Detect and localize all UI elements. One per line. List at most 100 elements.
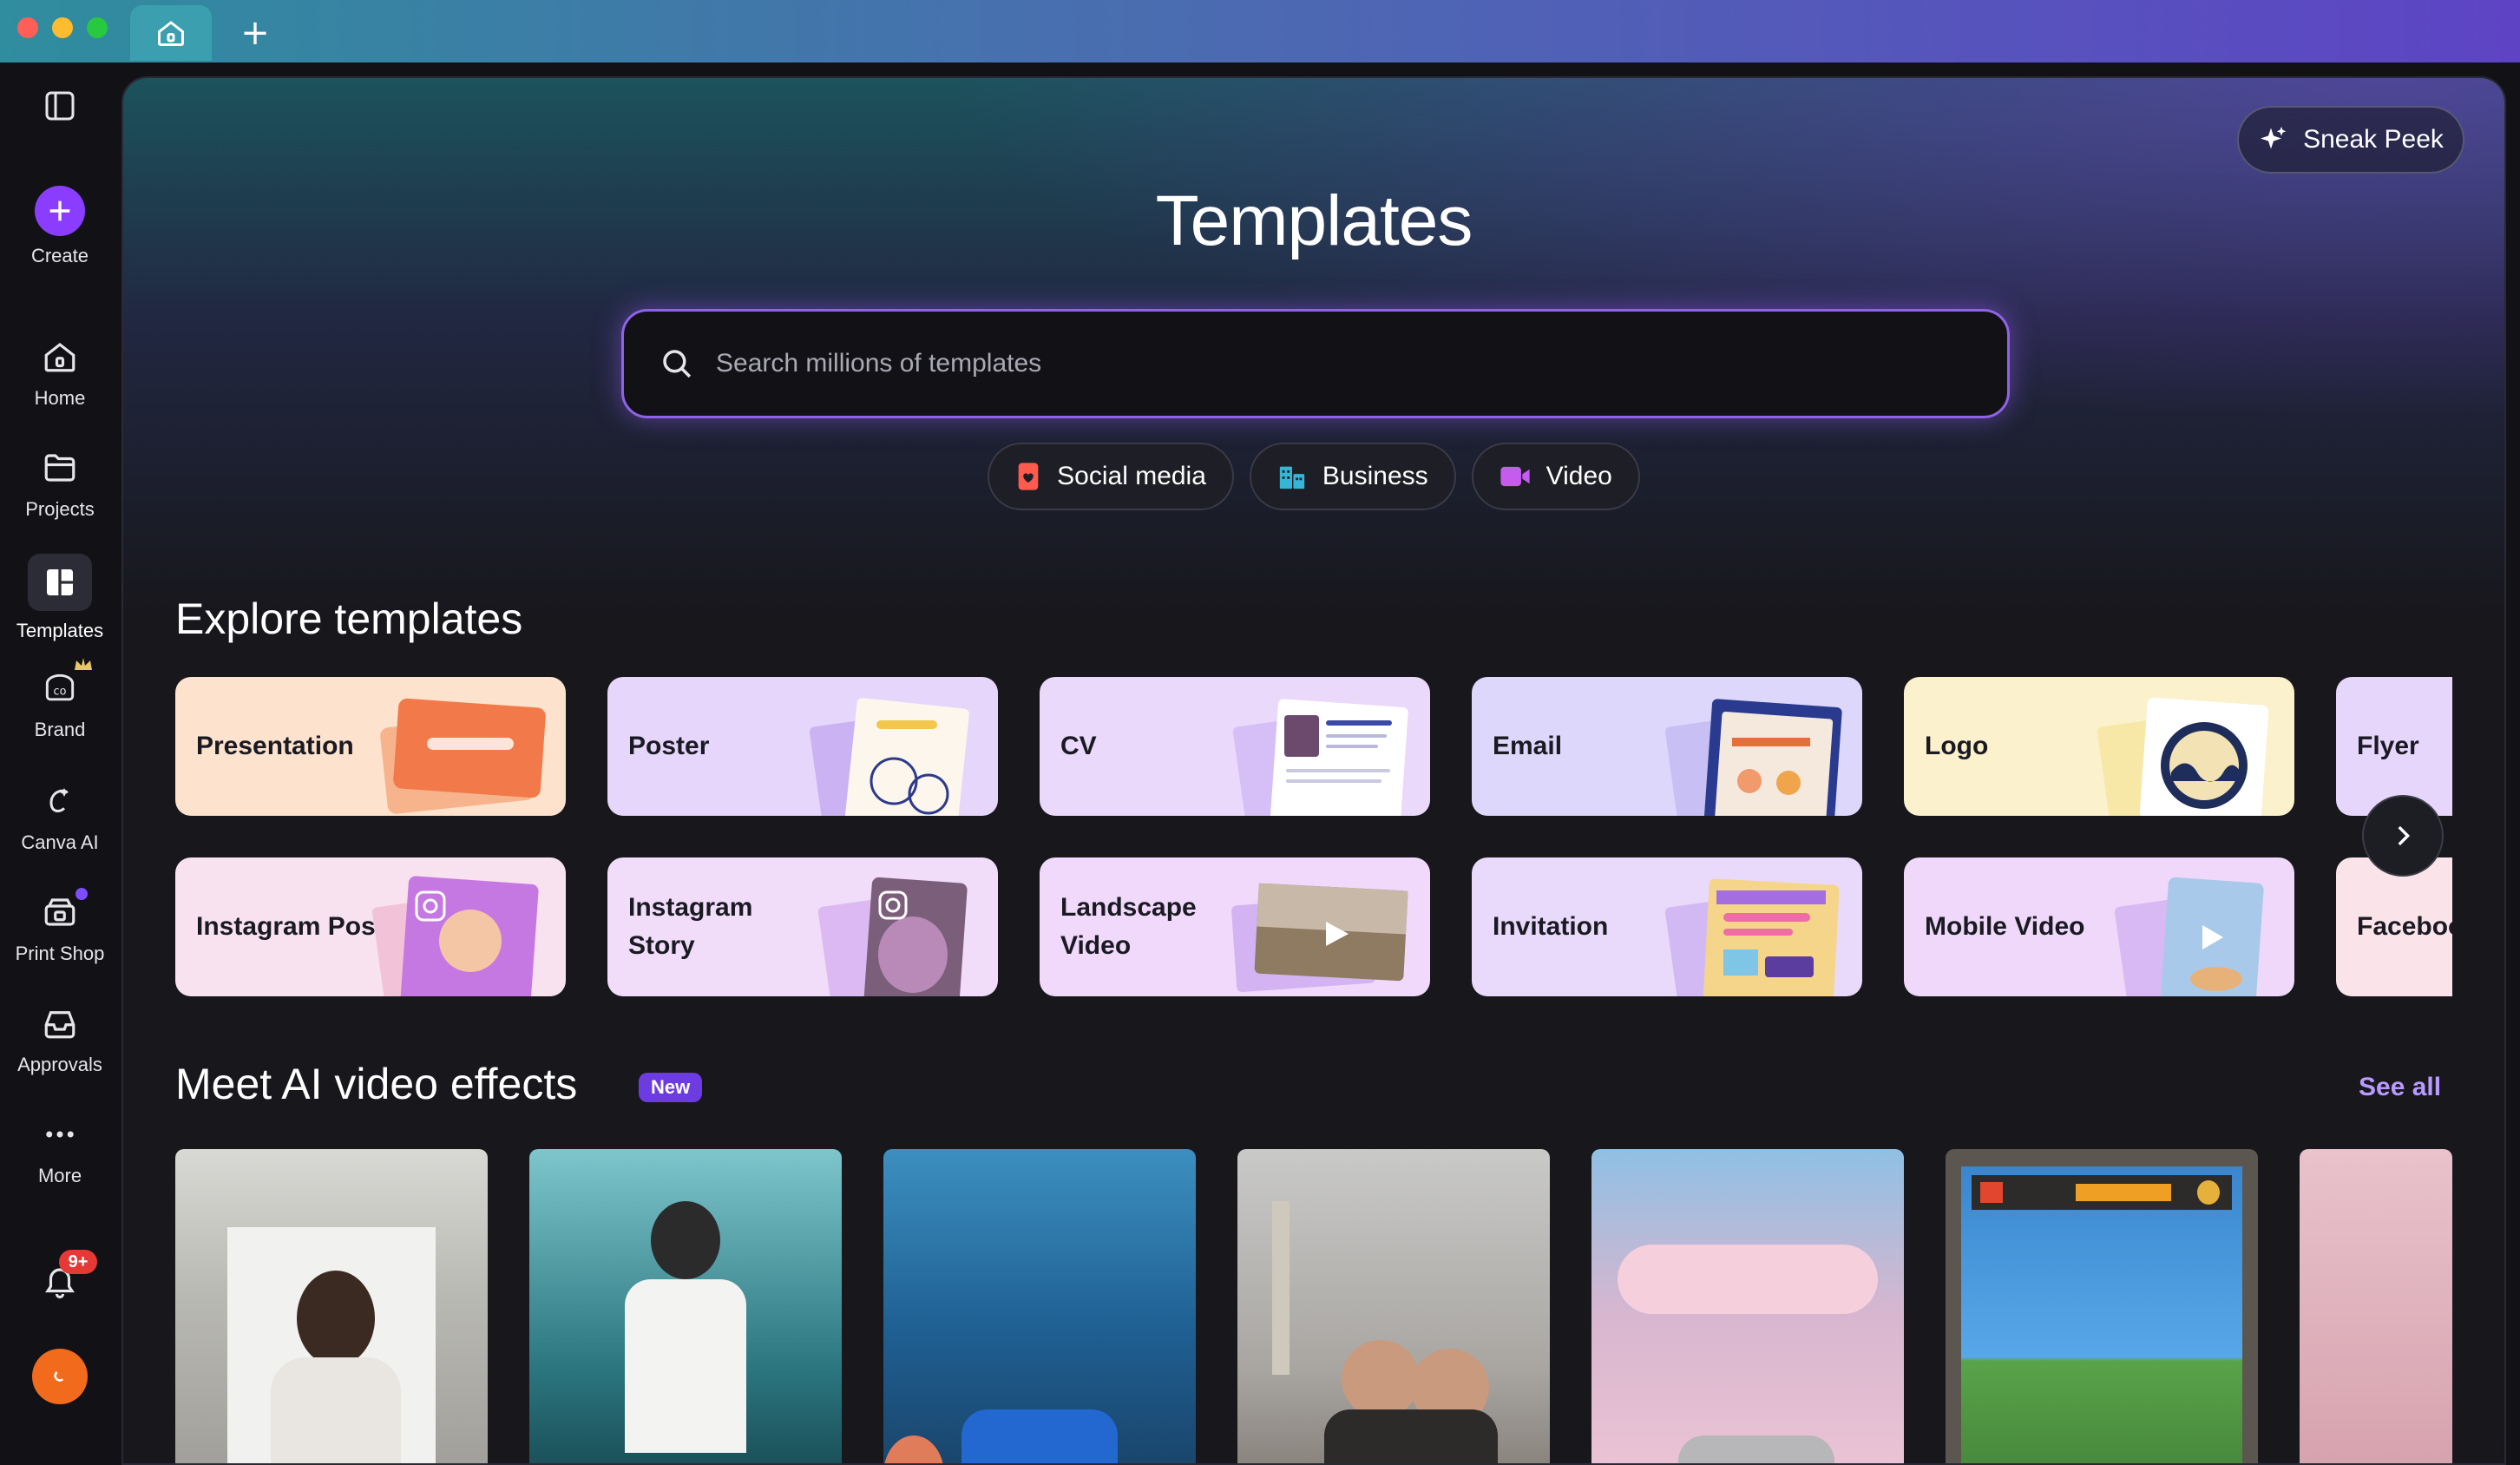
brand-icon: co	[38, 658, 92, 710]
template-card-label: Invitation	[1493, 912, 1609, 941]
canva-ai-icon	[38, 779, 82, 823]
svg-text:co: co	[54, 685, 67, 698]
sidebar-item-templates[interactable]: Templates	[0, 554, 120, 642]
sidebar-item-approvals[interactable]: Approvals	[0, 1002, 120, 1076]
chip-label: Video	[1545, 462, 1612, 490]
ai-effect-thumbnail[interactable]	[2300, 1149, 2452, 1463]
sidebar-item-label: Print Shop	[15, 943, 105, 964]
templates-icon	[28, 554, 92, 611]
sidebar-item-label: Brand	[34, 719, 86, 740]
sparkle-icon	[2261, 127, 2287, 149]
more-icon	[38, 1113, 82, 1156]
see-all-link[interactable]: See all	[2359, 1073, 2441, 1102]
category-chips: Social media Business Video	[123, 443, 2504, 510]
mobile-video-thumbnail	[2114, 877, 2264, 996]
template-card-instagram-story[interactable]: Instagram Story	[607, 857, 998, 996]
plus-icon	[35, 186, 85, 236]
template-card-mobile-video[interactable]: Mobile Video	[1904, 857, 2294, 996]
template-card-cv[interactable]: CV	[1040, 677, 1430, 816]
ai-effect-thumbnail[interactable]	[1946, 1149, 2258, 1463]
maximize-window-button[interactable]	[87, 17, 108, 38]
home-icon	[38, 335, 82, 378]
template-card-label: CV	[1060, 732, 1097, 760]
template-card-presentation[interactable]: Presentation	[175, 677, 566, 816]
ai-effect-thumbnail[interactable]	[883, 1149, 1196, 1463]
sidebar-item-label: Home	[34, 387, 86, 409]
template-card-instagram-post[interactable]: Instagram Post	[175, 857, 566, 996]
template-card-label: Instagram Story	[628, 893, 753, 960]
template-card-facebook-post[interactable]: Facebook Post	[2336, 857, 2452, 996]
approvals-icon	[38, 1002, 82, 1045]
template-card-landscape-video[interactable]: Landscape Video	[1040, 857, 1430, 996]
presentation-thumbnail	[380, 698, 546, 814]
template-card-email[interactable]: Email	[1472, 677, 1862, 816]
sidebar-item-projects[interactable]: Projects	[0, 446, 120, 521]
sidebar-item-label: Projects	[25, 498, 95, 520]
sidebar-item-home[interactable]: Home	[0, 335, 120, 410]
template-card-label: Facebook Post	[2357, 912, 2452, 941]
avatar-icon	[32, 1349, 88, 1404]
sidebar-item-label: Templates	[16, 620, 104, 641]
main-panel: Sneak Peek Templates Social media Busine…	[121, 76, 2506, 1465]
avatar[interactable]	[0, 1349, 120, 1404]
search-bar[interactable]	[621, 309, 2010, 418]
ai-effect-thumbnail[interactable]	[1591, 1149, 1904, 1463]
invitation-thumbnail	[1664, 878, 1840, 996]
sidebar-item-create[interactable]: Create	[0, 186, 120, 267]
template-card-label: Presentation	[196, 732, 354, 760]
ai-effect-thumbnail[interactable]	[175, 1149, 488, 1463]
logo-thumbnail	[2097, 697, 2269, 816]
folder-icon	[38, 446, 82, 489]
home-icon	[158, 21, 184, 46]
status-dot	[73, 885, 90, 903]
search-input[interactable]	[716, 349, 1931, 378]
chip-business[interactable]: Business	[1249, 443, 1456, 510]
tab-home[interactable]	[130, 5, 212, 61]
template-card-invitation[interactable]: Invitation	[1472, 857, 1862, 996]
template-card-label: Email	[1493, 732, 1563, 760]
business-icon	[1279, 466, 1305, 489]
notifications-badge: 9+	[59, 1250, 97, 1274]
template-card-label: Poster	[628, 732, 710, 760]
chevron-right-icon	[2398, 825, 2411, 846]
notifications-button[interactable]: 9+	[0, 1250, 120, 1304]
carousel-next-button[interactable]	[2362, 795, 2444, 877]
cv-thumbnail	[1232, 699, 1408, 816]
chip-video[interactable]: Video	[1471, 443, 1640, 510]
bell-icon: 9+	[38, 1250, 97, 1304]
sidebar-item-brand[interactable]: co Brand	[0, 658, 120, 741]
video-icon	[1500, 466, 1530, 487]
sidebar-item-label: More	[37, 1165, 82, 1186]
sidebar-toggle-icon	[45, 91, 75, 121]
template-card-label: Landscape Video	[1060, 893, 1197, 960]
sidebar-item-print-shop[interactable]: Print Shop	[0, 885, 120, 965]
close-window-button[interactable]	[17, 17, 38, 38]
sidebar-item-label: Create	[30, 245, 89, 266]
minimize-window-button[interactable]	[52, 17, 73, 38]
template-card-label: Logo	[1925, 732, 1989, 760]
sneak-peek-button[interactable]: Sneak Peek	[2237, 106, 2464, 174]
social-media-icon	[1018, 463, 1039, 490]
template-row-2: Instagram Post Instagram Story Landscape…	[175, 857, 2452, 998]
chip-social-media[interactable]: Social media	[988, 443, 1234, 510]
ai-effect-thumbnail[interactable]	[529, 1149, 842, 1463]
instagram-post-thumbnail	[371, 876, 539, 996]
poster-thumbnail	[809, 698, 969, 816]
sidebar: Create Home Projects Templates co Brand …	[0, 62, 120, 1434]
new-tab-button[interactable]: +	[236, 13, 274, 53]
ai-effect-thumbnail[interactable]	[1237, 1149, 1550, 1463]
template-row-1: Presentation Poster CV Email Logo Flyer	[175, 677, 2452, 818]
window-titlebar: +	[0, 0, 2520, 62]
sidebar-item-label: Canva AI	[21, 831, 99, 853]
template-card-label: Instagram Post	[196, 912, 384, 941]
template-card-logo[interactable]: Logo	[1904, 677, 2294, 816]
email-thumbnail	[1664, 699, 1842, 816]
sidebar-item-more[interactable]: More	[0, 1113, 120, 1187]
new-badge: New	[639, 1073, 703, 1102]
template-card-label: Mobile Video	[1925, 912, 2085, 941]
sidebar-item-canva-ai[interactable]: Canva AI	[0, 779, 120, 854]
sidebar-toggle-button[interactable]	[0, 89, 120, 123]
template-card-poster[interactable]: Poster	[607, 677, 998, 816]
chip-label: Business	[1322, 462, 1428, 490]
page-title: Templates	[1155, 181, 1473, 260]
